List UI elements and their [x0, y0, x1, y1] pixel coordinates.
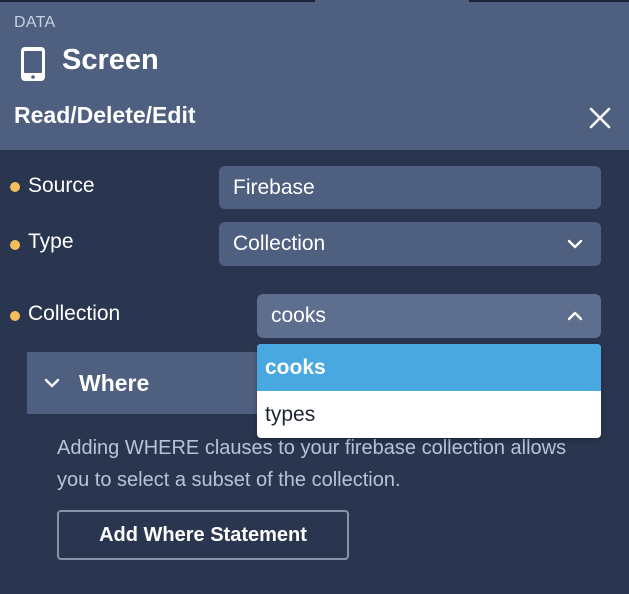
page-subtitle: Read/Delete/Edit: [14, 102, 196, 128]
source-value: Firebase: [233, 175, 315, 199]
dropdown-option-types[interactable]: types: [257, 391, 601, 438]
required-indicator: [10, 240, 20, 250]
collection-dropdown-menu: cooks types: [257, 344, 601, 438]
chevron-up-icon: [567, 311, 583, 321]
top-divider: [0, 0, 315, 2]
source-field[interactable]: Firebase: [219, 166, 601, 209]
type-value: Collection: [233, 232, 326, 255]
type-select[interactable]: Collection: [219, 222, 601, 266]
add-where-button[interactable]: Add Where Statement: [57, 510, 349, 560]
collection-label: Collection: [28, 302, 121, 325]
top-divider: [469, 0, 629, 2]
chevron-down-icon[interactable]: [44, 377, 60, 389]
phone-icon: [21, 47, 45, 81]
chevron-down-icon: [567, 239, 583, 249]
collection-value: cooks: [271, 304, 326, 327]
required-indicator: [10, 311, 20, 321]
data-panel: DATA Screen Read/Delete/Edit Source Fire…: [0, 0, 629, 594]
dropdown-option-cooks[interactable]: cooks: [257, 344, 601, 391]
type-label: Type: [28, 230, 74, 253]
collection-select[interactable]: cooks: [257, 294, 601, 338]
where-title: Where: [79, 370, 150, 396]
required-indicator: [10, 182, 20, 192]
close-icon[interactable]: [586, 104, 614, 132]
page-title: Screen: [62, 44, 159, 76]
section-label: DATA: [14, 14, 56, 31]
panel-header: DATA Screen Read/Delete/Edit: [0, 0, 629, 150]
source-label: Source: [28, 174, 95, 197]
where-description: Adding WHERE clauses to your firebase co…: [57, 437, 567, 491]
